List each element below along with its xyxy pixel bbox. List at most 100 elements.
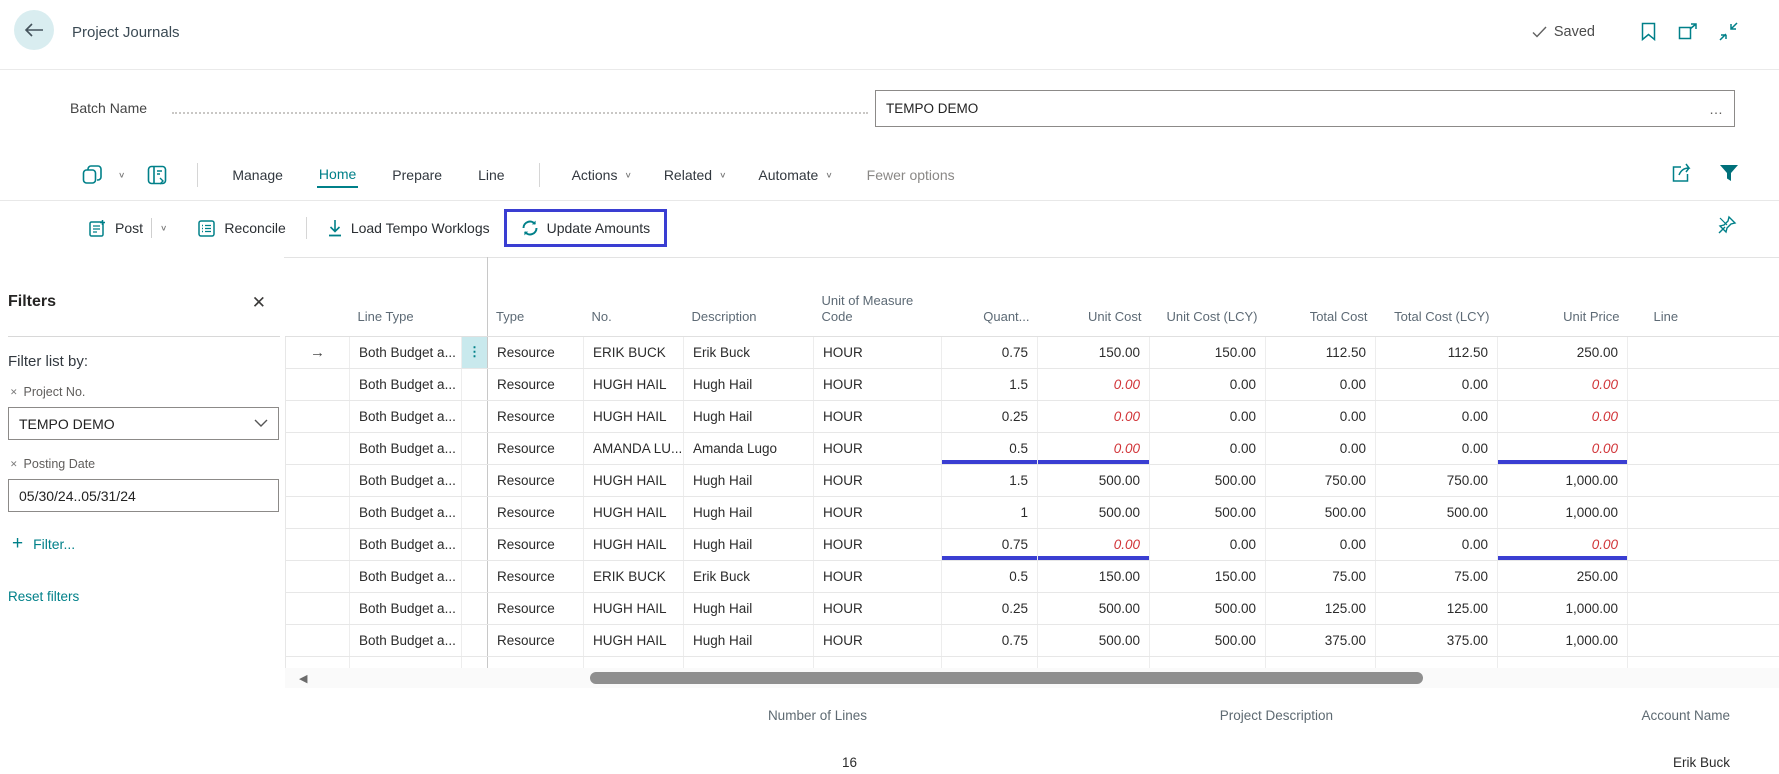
cell-no[interactable]: HUGH HAIL xyxy=(584,400,684,432)
remove-filter-icon[interactable]: ✕ xyxy=(10,387,18,398)
col-description[interactable]: Description xyxy=(684,257,814,336)
cell-line[interactable] xyxy=(1628,464,1779,496)
cell-unit-of-measure[interactable]: HOUR xyxy=(814,592,942,624)
cell-unit-cost-lcy[interactable]: 500.00 xyxy=(1150,624,1266,656)
cell-unit-price[interactable] xyxy=(1498,656,1628,668)
cell-type[interactable]: Resource xyxy=(488,560,584,592)
cell-type[interactable]: Resource xyxy=(488,368,584,400)
cell-unit-cost[interactable]: 150.00 xyxy=(1038,560,1150,592)
col-type[interactable]: Type xyxy=(488,257,584,336)
add-filter-button[interactable]: + Filter... xyxy=(12,533,75,555)
cell-type[interactable]: Resource xyxy=(488,336,584,368)
cell-total-cost[interactable]: 375.00 xyxy=(1266,624,1376,656)
cell-unit-cost-lcy[interactable]: 0.00 xyxy=(1150,528,1266,560)
cell-unit-cost[interactable]: 0.00 xyxy=(1038,432,1150,464)
cell-unit-cost[interactable] xyxy=(1038,656,1150,668)
cell-total-cost-lcy[interactable]: 75.00 xyxy=(1376,560,1498,592)
col-unit-cost-lcy[interactable]: Unit Cost (LCY) xyxy=(1150,257,1266,336)
cell-unit-price[interactable]: 0.00 xyxy=(1498,400,1628,432)
cell-description[interactable]: Hugh Hail xyxy=(684,624,814,656)
cell-unit-price[interactable]: 250.00 xyxy=(1498,336,1628,368)
cell-line-type[interactable]: Both Budget a... xyxy=(350,464,462,496)
row-menu-icon[interactable] xyxy=(462,656,488,668)
cell-unit-cost-lcy[interactable] xyxy=(1150,656,1266,668)
cell-unit-of-measure[interactable]: HOUR xyxy=(814,464,942,496)
cell-total-cost[interactable]: 500.00 xyxy=(1266,496,1376,528)
cell-unit-of-measure[interactable]: HOUR xyxy=(814,624,942,656)
cell-total-cost[interactable]: 0.00 xyxy=(1266,400,1376,432)
layout-icon[interactable] xyxy=(147,165,167,185)
cell-quantity[interactable]: 1 xyxy=(942,496,1038,528)
cell-line-type[interactable]: Both Budget a... xyxy=(350,624,462,656)
row-menu-icon[interactable] xyxy=(462,368,488,400)
cell-total-cost-lcy[interactable]: 0.00 xyxy=(1376,528,1498,560)
cell-type[interactable]: Resource xyxy=(488,496,584,528)
open-in-new-window-icon[interactable] xyxy=(1677,20,1699,42)
cell-total-cost[interactable]: 0.00 xyxy=(1266,368,1376,400)
cell-line-type[interactable]: Both Budget a... xyxy=(350,496,462,528)
cell-quantity[interactable]: 0.75 xyxy=(942,336,1038,368)
collapse-icon[interactable] xyxy=(1717,20,1739,42)
cell-total-cost-lcy[interactable]: 750.00 xyxy=(1376,464,1498,496)
row-menu-icon[interactable] xyxy=(462,496,488,528)
post-button[interactable]: Post xyxy=(88,219,143,238)
close-icon[interactable]: ✕ xyxy=(252,293,266,313)
cell-unit-cost-lcy[interactable]: 0.00 xyxy=(1150,400,1266,432)
cell-no[interactable]: HUGH HAIL xyxy=(584,528,684,560)
col-unit-cost[interactable]: Unit Cost xyxy=(1038,257,1150,336)
cell-unit-cost[interactable]: 0.00 xyxy=(1038,400,1150,432)
views-icon[interactable] xyxy=(82,165,104,185)
cell-line[interactable] xyxy=(1628,496,1779,528)
cell-no[interactable]: HUGH HAIL xyxy=(584,368,684,400)
cell-unit-price[interactable]: 1,000.00 xyxy=(1498,624,1628,656)
cell-description[interactable]: Hugh Hail xyxy=(684,592,814,624)
col-quantity[interactable]: Quant... xyxy=(942,257,1038,336)
col-total-cost-lcy[interactable]: Total Cost (LCY) xyxy=(1376,257,1498,336)
col-no[interactable]: No. xyxy=(584,257,684,336)
cell-total-cost-lcy[interactable]: 500.00 xyxy=(1376,496,1498,528)
cell-no[interactable] xyxy=(584,656,684,668)
cell-type[interactable]: Resource xyxy=(488,432,584,464)
col-line-type[interactable]: Line Type xyxy=(350,257,462,336)
cell-unit-cost-lcy[interactable]: 150.00 xyxy=(1150,560,1266,592)
cell-no[interactable]: HUGH HAIL xyxy=(584,496,684,528)
back-button[interactable] xyxy=(14,10,54,50)
cell-line-type[interactable]: Both Budget a... xyxy=(350,400,462,432)
cell-line-type[interactable]: Both Budget a... xyxy=(350,432,462,464)
bookmark-icon[interactable] xyxy=(1637,20,1659,42)
cell-line[interactable] xyxy=(1628,432,1779,464)
row-menu-icon[interactable]: ⋮ xyxy=(462,336,488,368)
cell-line-type[interactable]: Both Budget a... xyxy=(350,528,462,560)
batch-name-field[interactable]: TEMPO DEMO … xyxy=(875,90,1735,127)
posting-date-filter-input[interactable]: 05/30/24..05/31/24 xyxy=(8,479,279,512)
cell-description[interactable]: Hugh Hail xyxy=(684,496,814,528)
cell-unit-price[interactable]: 1,000.00 xyxy=(1498,496,1628,528)
cell-line-type[interactable] xyxy=(350,656,462,668)
remove-filter-icon[interactable]: ✕ xyxy=(10,459,18,470)
cell-total-cost[interactable]: 750.00 xyxy=(1266,464,1376,496)
load-tempo-worklogs-button[interactable]: Load Tempo Worklogs xyxy=(327,219,490,237)
cell-quantity[interactable]: 0.5 xyxy=(942,560,1038,592)
col-line[interactable]: Line xyxy=(1628,257,1779,336)
cell-unit-of-measure[interactable]: HOUR xyxy=(814,528,942,560)
cell-type[interactable]: Resource xyxy=(488,592,584,624)
cell-no[interactable]: HUGH HAIL xyxy=(584,464,684,496)
cell-line[interactable] xyxy=(1628,656,1779,668)
cell-quantity[interactable]: 0.75 xyxy=(942,528,1038,560)
col-total-cost[interactable]: Total Cost xyxy=(1266,257,1376,336)
cell-description[interactable]: Amanda Lugo xyxy=(684,432,814,464)
cell-unit-cost[interactable]: 500.00 xyxy=(1038,624,1150,656)
cell-no[interactable]: AMANDA LU... xyxy=(584,432,684,464)
row-menu-icon[interactable] xyxy=(462,432,488,464)
col-unit-of-measure[interactable]: Unit of Measure Code xyxy=(814,257,942,336)
cell-unit-price[interactable]: 0.00 xyxy=(1498,432,1628,464)
update-amounts-button[interactable]: Update Amounts xyxy=(521,219,651,237)
cell-quantity[interactable]: 0.25 xyxy=(942,592,1038,624)
cell-unit-price[interactable]: 1,000.00 xyxy=(1498,464,1628,496)
cell-line[interactable] xyxy=(1628,528,1779,560)
cell-unit-cost-lcy[interactable]: 0.00 xyxy=(1150,368,1266,400)
cell-description[interactable]: Erik Buck xyxy=(684,336,814,368)
cell-description[interactable]: Erik Buck xyxy=(684,560,814,592)
share-icon[interactable] xyxy=(1671,163,1693,183)
cell-type[interactable]: Resource xyxy=(488,464,584,496)
